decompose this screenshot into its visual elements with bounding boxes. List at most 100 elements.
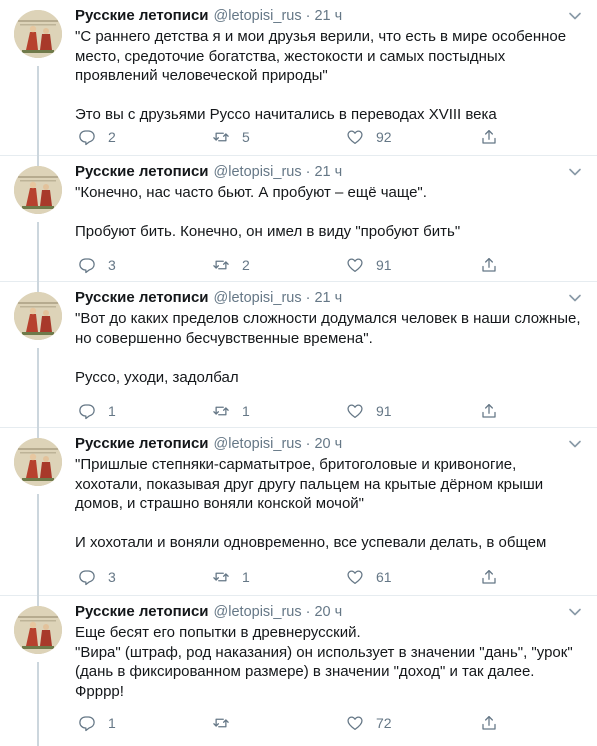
like-count: 72: [376, 715, 392, 731]
retweet-button[interactable]: 2: [212, 255, 346, 275]
separator-dot: ·: [305, 604, 311, 620]
like-count: 92: [376, 129, 392, 145]
tweet[interactable]: Русские летописи @letopisi_rus · 21 ч "В…: [0, 282, 597, 438]
chevron-down-icon[interactable]: [567, 164, 583, 180]
timestamp[interactable]: 21 ч: [314, 288, 342, 308]
timestamp[interactable]: 20 ч: [314, 602, 342, 622]
tweet-header: Русские летописи @letopisi_rus · 21 ч: [75, 288, 583, 308]
retweet-button[interactable]: 1: [212, 567, 346, 587]
tweet[interactable]: Русские летописи @letopisi_rus · 21 ч "К…: [0, 156, 597, 292]
avatar-image: [14, 292, 62, 340]
like-count: 91: [376, 257, 392, 273]
tweet-actions: 3 2 91: [78, 255, 597, 275]
tweet-header: Русские летописи @letopisi_rus · 20 ч: [75, 602, 583, 622]
reply-count: 1: [108, 715, 116, 731]
thread-connector-line: [37, 494, 39, 606]
retweet-icon: [213, 406, 229, 416]
separator-dot: ·: [305, 436, 311, 452]
like-button[interactable]: 91: [346, 401, 480, 421]
tweet-thread: Русские летописи @letopisi_rus · 21 ч "С…: [0, 0, 597, 746]
share-button[interactable]: [480, 713, 510, 733]
retweet-count: 1: [242, 569, 250, 585]
retweet-button[interactable]: 1: [212, 401, 346, 421]
retweet-button[interactable]: [212, 713, 346, 733]
retweet-icon: [213, 718, 229, 728]
retweet-button[interactable]: 5: [212, 127, 346, 147]
separator-dot: ·: [305, 164, 311, 180]
chevron-down-icon[interactable]: [567, 290, 583, 306]
retweet-count: 5: [242, 129, 250, 145]
share-icon: [482, 403, 496, 418]
author-name[interactable]: Русские летописи: [75, 288, 209, 308]
tweet-header: Русские летописи @letopisi_rus · 21 ч: [75, 6, 583, 26]
tweet-actions: 3 1 61: [78, 567, 597, 587]
tweet-actions: 1 72: [78, 713, 597, 733]
reply-icon: [79, 570, 95, 586]
tweet[interactable]: Русские летописи @letopisi_rus · 21 ч "С…: [0, 0, 597, 166]
tweet[interactable]: Русские летописи @letopisi_rus · 20 ч Ещ…: [0, 596, 597, 746]
avatar[interactable]: [14, 438, 62, 486]
retweet-count: 1: [242, 403, 250, 419]
timestamp[interactable]: 21 ч: [314, 6, 342, 26]
avatar[interactable]: [14, 166, 62, 214]
avatar-image: [14, 10, 62, 58]
like-icon: [347, 570, 363, 585]
reply-button[interactable]: 1: [78, 401, 212, 421]
author-name[interactable]: Русские летописи: [75, 6, 209, 26]
reply-button[interactable]: 3: [78, 255, 212, 275]
reply-count: 3: [108, 569, 116, 585]
chevron-down-icon[interactable]: [567, 8, 583, 24]
avatar[interactable]: [14, 606, 62, 654]
share-button[interactable]: [480, 567, 510, 587]
tweet-text: Еще бесят его попытки в древнерусский. "…: [75, 624, 573, 700]
author-name[interactable]: Русские летописи: [75, 434, 209, 454]
chevron-down-icon[interactable]: [567, 436, 583, 452]
avatar[interactable]: [14, 10, 62, 58]
like-button[interactable]: 72: [346, 713, 480, 733]
like-count: 61: [376, 569, 392, 585]
share-button[interactable]: [480, 255, 510, 275]
like-count: 91: [376, 403, 392, 419]
reply-icon: [79, 130, 95, 146]
retweet-count: 2: [242, 257, 250, 273]
like-button[interactable]: 92: [346, 127, 480, 147]
author-name[interactable]: Русские летописи: [75, 162, 209, 182]
share-icon: [482, 129, 496, 144]
chevron-down-icon[interactable]: [567, 604, 583, 620]
thread-connector-line: [37, 348, 39, 438]
avatar[interactable]: [14, 292, 62, 340]
reply-count: 1: [108, 403, 116, 419]
like-icon: [347, 716, 363, 731]
retweet-icon: [213, 132, 229, 142]
share-button[interactable]: [480, 401, 510, 421]
tweet[interactable]: Русские летописи @letopisi_rus · 20 ч "П…: [0, 428, 597, 606]
tweet-text: "Вот до каких пределов сложности додумал…: [75, 310, 581, 386]
tweet-text: "Пришлые степняки-сарматытрое, бритоголо…: [75, 456, 547, 551]
author-handle[interactable]: @letopisi_rus: [214, 602, 302, 622]
reply-count: 2: [108, 129, 116, 145]
reply-button[interactable]: 1: [78, 713, 212, 733]
timestamp[interactable]: 20 ч: [314, 434, 342, 454]
reply-icon: [79, 404, 95, 420]
author-handle[interactable]: @letopisi_rus: [214, 434, 302, 454]
avatar-image: [14, 606, 62, 654]
reply-icon: [79, 258, 95, 274]
like-button[interactable]: 61: [346, 567, 480, 587]
like-icon: [347, 130, 363, 145]
share-button[interactable]: [480, 127, 510, 147]
author-handle[interactable]: @letopisi_rus: [214, 288, 302, 308]
share-icon: [482, 569, 496, 584]
tweet-text: "Конечно, нас часто бьют. А пробуют – ещ…: [75, 184, 461, 240]
reply-button[interactable]: 3: [78, 567, 212, 587]
like-button[interactable]: 91: [346, 255, 480, 275]
author-handle[interactable]: @letopisi_rus: [214, 6, 302, 26]
timestamp[interactable]: 21 ч: [314, 162, 342, 182]
author-handle[interactable]: @letopisi_rus: [214, 162, 302, 182]
author-name[interactable]: Русские летописи: [75, 602, 209, 622]
reply-icon: [79, 716, 95, 732]
thread-connector-line: [37, 66, 39, 166]
avatar-image: [14, 438, 62, 486]
separator-dot: ·: [305, 290, 311, 306]
like-icon: [347, 258, 363, 273]
reply-button[interactable]: 2: [78, 127, 212, 147]
